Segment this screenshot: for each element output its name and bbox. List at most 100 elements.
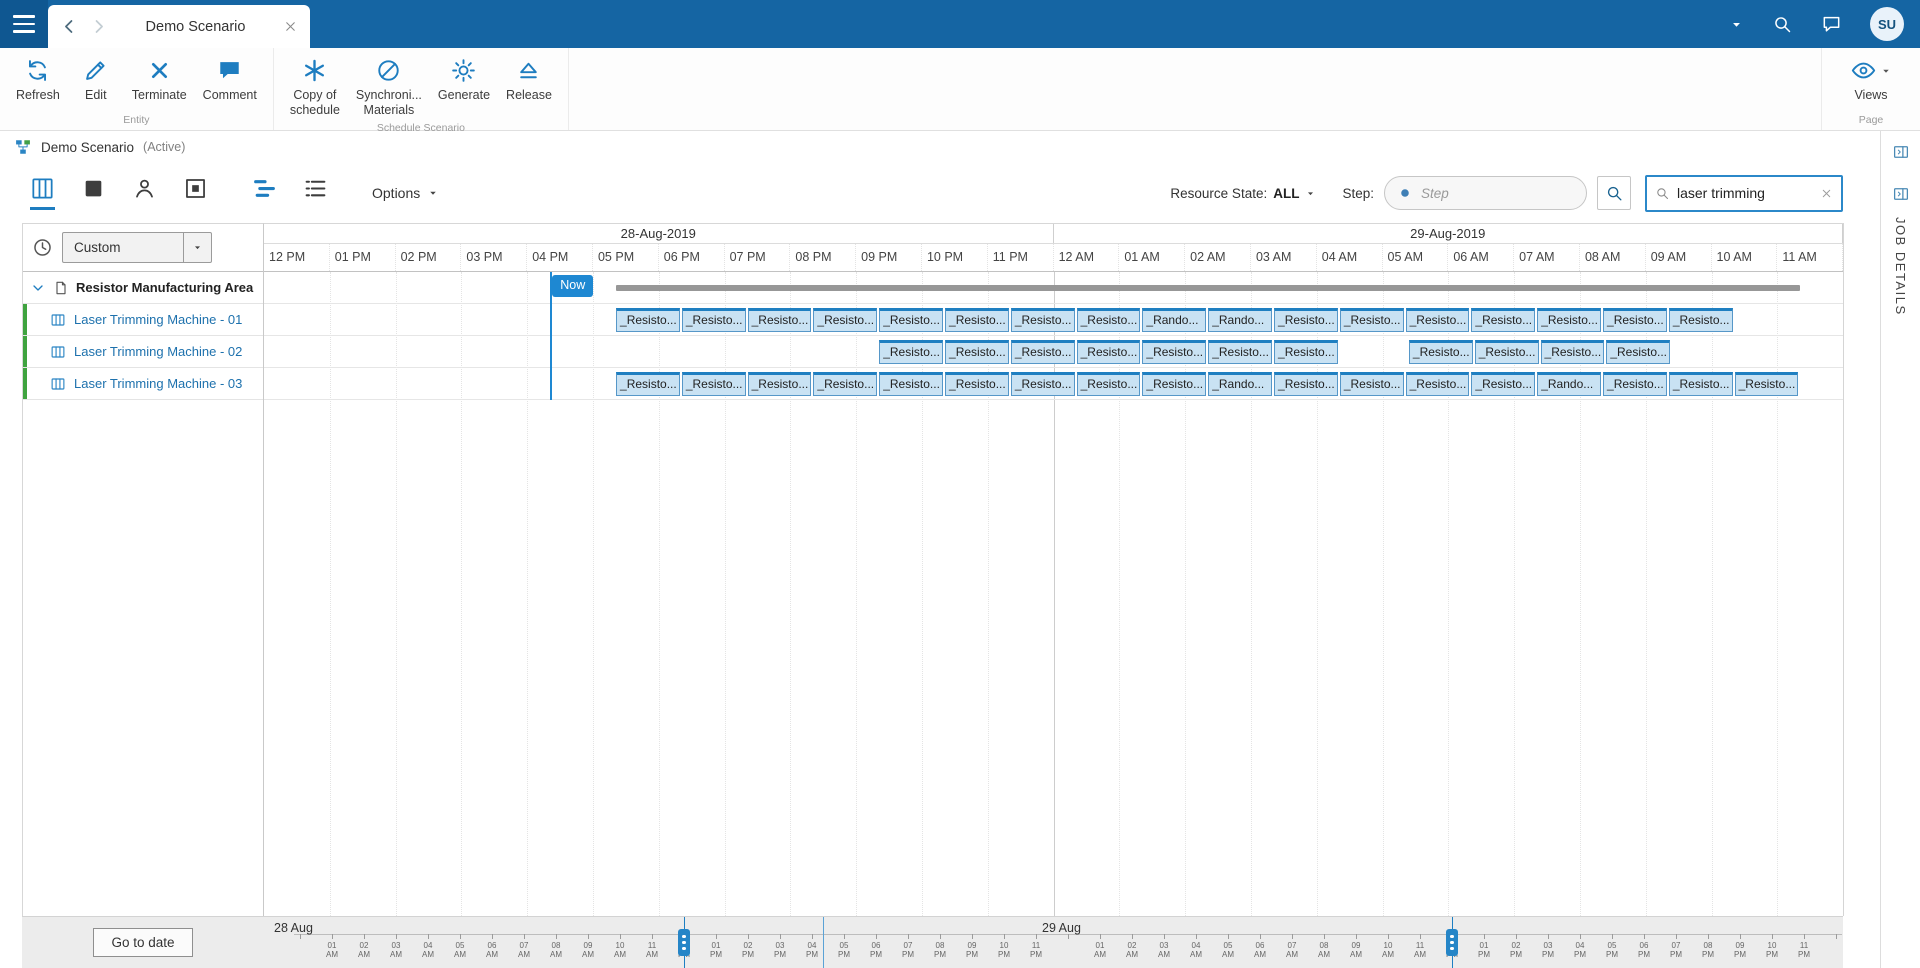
tree-group-row[interactable]: Resistor Manufacturing Area	[23, 272, 263, 304]
task-bar[interactable]: _Resisto...	[879, 340, 943, 364]
list-view-button[interactable]	[303, 176, 328, 210]
hour-header-cell: 03 PM	[461, 244, 527, 271]
time-preset-value[interactable]: Custom	[63, 233, 183, 262]
overview-tick	[1228, 934, 1229, 939]
panel-toggle-icon[interactable]	[1892, 143, 1910, 161]
avatar[interactable]: SU	[1870, 7, 1904, 41]
task-bar[interactable]: _Resisto...	[1537, 308, 1601, 332]
task-bar[interactable]: _Resisto...	[1471, 372, 1535, 396]
task-bar[interactable]: _Resisto...	[1406, 372, 1470, 396]
task-bar[interactable]: _Resisto...	[616, 308, 680, 332]
task-bar[interactable]: _Resisto...	[1409, 340, 1473, 364]
options-dropdown[interactable]: Options	[372, 185, 439, 201]
resource-state-dropdown[interactable]: Resource State: ALL	[1170, 186, 1316, 201]
terminate-button[interactable]: Terminate	[124, 51, 195, 105]
date-header-cell: 29-Aug-2019	[1054, 224, 1844, 243]
task-bar[interactable]: _Resisto...	[1735, 372, 1799, 396]
tree-machine-row[interactable]: Laser Trimming Machine - 01	[23, 304, 263, 336]
task-bar[interactable]: _Resisto...	[1274, 372, 1338, 396]
task-bar[interactable]: _Resisto...	[1011, 308, 1075, 332]
people-view-button[interactable]	[132, 176, 157, 210]
plan-gantt-button[interactable]	[252, 176, 277, 210]
task-bar[interactable]: _Resisto...	[945, 308, 1009, 332]
caret-down-icon[interactable]	[1729, 17, 1744, 32]
overview-tick-label: 07PM	[1665, 942, 1687, 959]
clear-search-icon[interactable]	[1820, 187, 1833, 200]
task-bar[interactable]: _Resisto...	[945, 340, 1009, 364]
task-bar[interactable]: _Resisto...	[1274, 340, 1338, 364]
forward-arrow-icon[interactable]	[89, 17, 108, 36]
task-bar[interactable]: _Resisto...	[1340, 372, 1404, 396]
hamburger-menu-button[interactable]	[0, 0, 48, 48]
tab-close-icon[interactable]	[283, 19, 298, 34]
step-filter-input[interactable]	[1421, 186, 1573, 201]
go-to-date-button[interactable]: Go to date	[93, 928, 192, 957]
task-bar[interactable]: _Resisto...	[879, 372, 943, 396]
task-bar[interactable]: _Resisto...	[616, 372, 680, 396]
chat-icon[interactable]	[1821, 14, 1842, 35]
frame-view-button[interactable]	[183, 176, 208, 210]
resource-search-input[interactable]	[1677, 185, 1813, 201]
task-bar[interactable]: _Resisto...	[748, 308, 812, 332]
copy-of-schedule-button[interactable]: Copy ofschedule	[282, 51, 348, 120]
overview-tick-label: 11AM	[641, 942, 663, 959]
task-bar[interactable]: _Resisto...	[813, 308, 877, 332]
task-bar[interactable]: _Resisto...	[682, 372, 746, 396]
task-bar[interactable]: _Resisto...	[1274, 308, 1338, 332]
task-bar[interactable]: _Resisto...	[1475, 340, 1539, 364]
overview-window-end-handle[interactable]	[1446, 929, 1458, 956]
task-bar[interactable]: _Resisto...	[748, 372, 812, 396]
task-bar[interactable]: _Resisto...	[879, 308, 943, 332]
step-search-button[interactable]	[1597, 176, 1631, 210]
tree-machine-row[interactable]: Laser Trimming Machine - 02	[23, 336, 263, 368]
search-icon[interactable]	[1772, 14, 1793, 35]
task-bar[interactable]: _Resisto...	[1606, 340, 1670, 364]
task-bar[interactable]: _Rando...	[1142, 308, 1206, 332]
task-bar[interactable]: _Rando...	[1208, 372, 1272, 396]
task-bar[interactable]: _Resisto...	[682, 308, 746, 332]
scenario-tab[interactable]: Demo Scenario	[48, 5, 310, 48]
panel-toggle-icon[interactable]	[1892, 185, 1910, 203]
gantt-view-button[interactable]	[30, 176, 55, 210]
task-bar[interactable]: _Resisto...	[1142, 372, 1206, 396]
task-bar[interactable]: _Rando...	[1208, 308, 1272, 332]
task-bar[interactable]: _Resisto...	[813, 372, 877, 396]
ribbon-button-label: schedule	[290, 103, 340, 118]
overview-tick	[1004, 934, 1005, 939]
task-bar[interactable]: _Resisto...	[1142, 340, 1206, 364]
overview-strip[interactable]: 28 Aug29 Aug01AM02AM03AM04AM05AM06AM07AM…	[264, 917, 1843, 968]
blocks-view-icon	[81, 176, 106, 201]
task-bar[interactable]: _Resisto...	[1340, 308, 1404, 332]
time-preset-dropdown[interactable]: Custom	[62, 232, 212, 263]
task-bar[interactable]: _Resisto...	[1603, 308, 1667, 332]
task-bar[interactable]: _Resisto...	[1669, 308, 1733, 332]
synchroni-materials-button[interactable]: Synchroni...Materials	[348, 51, 430, 120]
task-bar[interactable]: _Resisto...	[1471, 308, 1535, 332]
release-button[interactable]: Release	[498, 51, 560, 105]
task-bar[interactable]: _Resisto...	[1011, 340, 1075, 364]
task-bar[interactable]: _Resisto...	[1541, 340, 1605, 364]
overview-window-start-handle[interactable]	[678, 929, 690, 956]
blocks-view-button[interactable]	[81, 176, 106, 210]
overview-tick-label: 08AM	[545, 942, 567, 959]
time-preset-caret[interactable]	[183, 233, 211, 262]
task-bar[interactable]: _Resisto...	[1603, 372, 1667, 396]
hour-header-cell: 04 AM	[1317, 244, 1383, 271]
back-arrow-icon[interactable]	[60, 17, 79, 36]
task-bar[interactable]: _Resisto...	[1669, 372, 1733, 396]
task-bar[interactable]: _Resisto...	[1208, 340, 1272, 364]
task-bar[interactable]: _Resisto...	[1077, 340, 1141, 364]
task-bar[interactable]: _Resisto...	[1406, 308, 1470, 332]
generate-button[interactable]: Generate	[430, 51, 498, 105]
refresh-button[interactable]: Refresh	[8, 51, 68, 105]
machine-name: Laser Trimming Machine - 03	[74, 376, 242, 391]
task-bar[interactable]: _Resisto...	[945, 372, 1009, 396]
task-bar[interactable]: _Rando...	[1537, 372, 1601, 396]
edit-button[interactable]: Edit	[68, 51, 124, 105]
views-button[interactable]: Views	[1842, 51, 1900, 105]
comment-button[interactable]: Comment	[195, 51, 265, 105]
task-bar[interactable]: _Resisto...	[1077, 308, 1141, 332]
task-bar[interactable]: _Resisto...	[1011, 372, 1075, 396]
task-bar[interactable]: _Resisto...	[1077, 372, 1141, 396]
tree-machine-row[interactable]: Laser Trimming Machine - 03	[23, 368, 263, 400]
